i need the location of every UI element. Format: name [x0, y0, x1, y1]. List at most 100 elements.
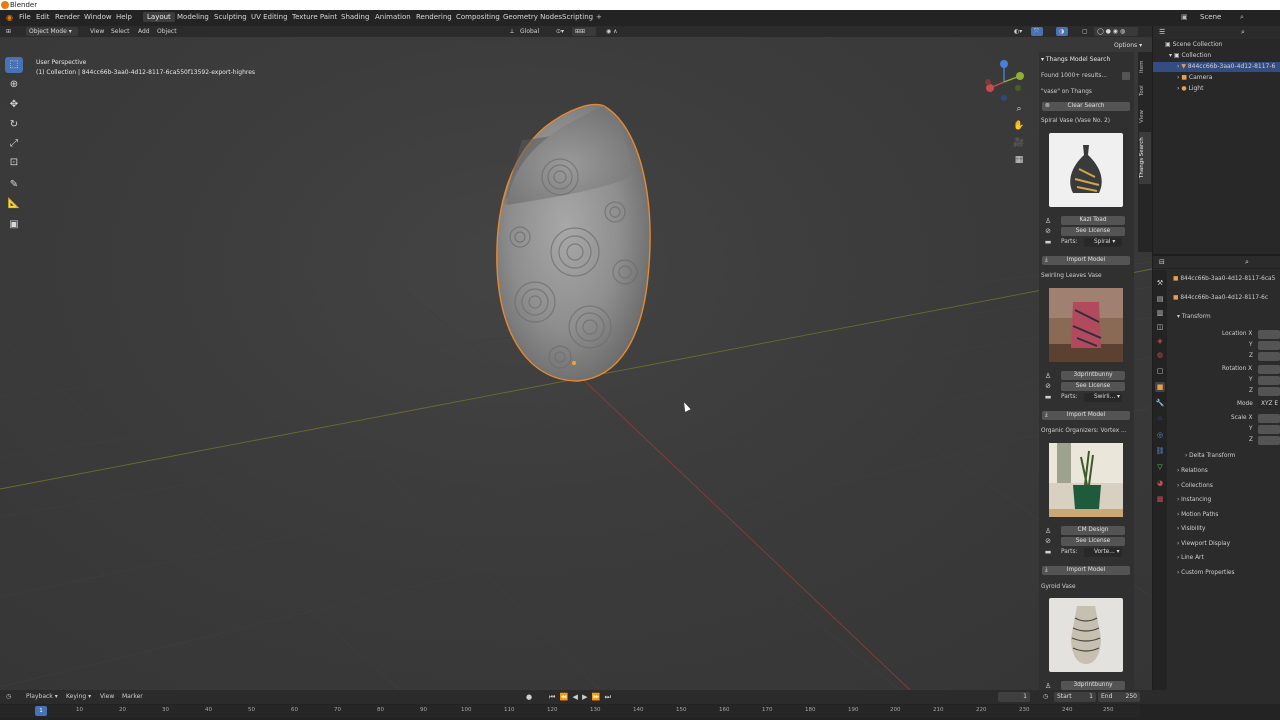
menu-window[interactable]: Window [84, 13, 112, 21]
editor-type-icon[interactable]: ☰ [1159, 28, 1165, 36]
start-frame-field[interactable]: Start 1 [1054, 692, 1096, 702]
import-model-button[interactable]: ⤓ Import Model [1042, 411, 1130, 420]
scale-z-field[interactable] [1258, 436, 1280, 445]
options-button[interactable]: Options ▾ [1114, 42, 1142, 49]
playback-menu[interactable]: Playback ▾ [26, 693, 58, 700]
xray-toggle[interactable]: ▢ [1082, 27, 1088, 36]
shading-modes[interactable]: ◯ ● ◉ ◍ [1094, 27, 1138, 36]
marker-menu[interactable]: Marker [122, 693, 143, 700]
author-button[interactable]: Kazi Toad [1061, 216, 1125, 225]
parts-dropdown[interactable]: Swirli... ▾ [1084, 393, 1122, 402]
search-icon[interactable]: ⌕ [1245, 258, 1249, 267]
import-model-button[interactable]: ⤓ Import Model [1042, 566, 1130, 575]
import-model-button[interactable]: ⤓ Import Model [1042, 256, 1130, 265]
tab-thangs-search[interactable]: Thangs Search [1139, 132, 1151, 184]
menu-file[interactable]: File [19, 13, 31, 21]
tab-texture-paint[interactable]: Texture Paint [292, 13, 337, 21]
author-button[interactable]: 3dprintbunny [1061, 681, 1125, 690]
outliner-row-light[interactable]: › ● Light [1153, 84, 1280, 94]
tab-item[interactable]: Item [1139, 56, 1151, 78]
menu-help[interactable]: Help [116, 13, 132, 21]
rotation-mode-dropdown[interactable]: XYZ E [1258, 400, 1280, 409]
data-tab-icon[interactable]: ▽ [1155, 462, 1165, 472]
location-z-field[interactable] [1258, 352, 1280, 361]
location-x-field[interactable] [1258, 330, 1280, 339]
author-button[interactable]: 3dprintbunny [1061, 371, 1125, 380]
constraints-tab-icon[interactable]: ⛓ [1155, 446, 1165, 456]
view-layer-tab-icon[interactable]: ◫ [1155, 322, 1165, 332]
motion-paths-panel[interactable]: › Motion Paths [1177, 512, 1218, 518]
tab-rendering[interactable]: Rendering [416, 13, 452, 21]
scale-x-field[interactable] [1258, 414, 1280, 423]
menu-object[interactable]: Object [157, 27, 177, 36]
vase-object[interactable] [496, 103, 651, 382]
menu-select[interactable]: Select [111, 27, 130, 36]
clear-search-button[interactable]: ⊗ Clear Search [1042, 102, 1130, 111]
tab-shading[interactable]: Shading [341, 13, 369, 21]
tab-sculpting[interactable]: Sculpting [214, 13, 247, 21]
playback-controls[interactable]: ⏮ ⏪ ◀ ▶ ⏩ ⏭ [549, 693, 612, 702]
outliner-row-scene-collection[interactable]: ▣ Scene Collection [1153, 40, 1280, 50]
object-name-field[interactable]: ■ 844cc66b-3aa0-4d12-8117-6ca5 [1173, 276, 1275, 282]
transform-panel-header[interactable]: ▾ Transform [1177, 314, 1211, 320]
relations-panel[interactable]: › Relations [1177, 468, 1208, 474]
move-tool-icon[interactable]: ✥ [5, 97, 23, 113]
record-icon[interactable]: ● [526, 693, 532, 701]
3d-viewport[interactable] [0, 37, 1152, 690]
outliner-row-collection[interactable]: ▾ ▣ Collection [1153, 51, 1280, 61]
zoom-icon[interactable]: ⌕ [1013, 103, 1025, 115]
tab-view[interactable]: View [1139, 104, 1151, 128]
rotation-y-field[interactable] [1258, 376, 1280, 385]
parts-dropdown[interactable]: Vorte... ▾ [1084, 548, 1122, 557]
preview-range-icon[interactable]: ◷ [1043, 693, 1048, 700]
tab-uv-editing[interactable]: UV Editing [251, 13, 288, 21]
add-workspace-button[interactable]: + [596, 13, 602, 21]
blender-menu-icon[interactable]: ◉ [6, 13, 13, 22]
tool-tab-icon[interactable]: ⚒ [1155, 278, 1165, 288]
menu-edit[interactable]: Edit [36, 13, 50, 21]
measure-tool-icon[interactable]: 📐 [5, 196, 23, 212]
proportional-edit-icon[interactable]: ◉ ∧ [606, 27, 618, 36]
particles-tab-icon[interactable]: ⁘ [1155, 414, 1165, 424]
visibility-panel[interactable]: › Visibility [1177, 526, 1205, 532]
parts-dropdown[interactable]: Spiral ▾ [1084, 238, 1122, 247]
custom-properties-panel[interactable]: › Custom Properties [1177, 570, 1235, 576]
annotate-tool-icon[interactable]: ✎ [5, 177, 23, 193]
overlay-toggle[interactable]: ◑ [1056, 27, 1068, 36]
end-frame-field[interactable]: End 250 [1098, 692, 1140, 702]
select-tool-icon[interactable]: ⬚ [5, 57, 23, 73]
see-license-button[interactable]: See License [1061, 537, 1125, 546]
gizmo-toggle[interactable]: ⤧ [1031, 27, 1043, 36]
result-thumbnail[interactable] [1049, 443, 1123, 517]
see-license-button[interactable]: See License [1061, 227, 1125, 236]
menu-add[interactable]: Add [138, 27, 150, 36]
instancing-panel[interactable]: › Instancing [1177, 497, 1211, 503]
tab-tool[interactable]: Tool [1139, 80, 1151, 102]
timeline-view-menu[interactable]: View [100, 693, 114, 700]
refresh-icon[interactable] [1122, 72, 1130, 80]
object-tab-icon[interactable]: ■ [1155, 382, 1165, 392]
transform-tool-icon[interactable]: ⊡ [5, 155, 23, 171]
cursor-tool-icon[interactable]: ⊕ [5, 77, 23, 93]
rotation-z-field[interactable] [1258, 387, 1280, 396]
mode-selector[interactable]: Object Mode ▾ [26, 27, 78, 36]
current-frame-indicator[interactable]: 1 [35, 706, 47, 716]
object-data-field[interactable]: ■ 844cc66b-3aa0-4d12-8117-6c [1173, 295, 1268, 301]
tab-compositing[interactable]: Compositing [456, 13, 500, 21]
scene-tab-icon[interactable]: ◈ [1155, 336, 1165, 346]
output-tab-icon[interactable]: ▥ [1155, 308, 1165, 318]
world-tab-icon[interactable]: ◍ [1155, 350, 1165, 360]
line-art-panel[interactable]: › Line Art [1177, 555, 1204, 561]
frame-ruler[interactable]: 1 10 20 30 40 50 60 70 80 90 100 110 120… [0, 705, 1140, 717]
modifier-tab-icon[interactable]: 🔧 [1155, 398, 1165, 408]
result-thumbnail[interactable] [1049, 288, 1123, 362]
tab-layout[interactable]: Layout [143, 12, 175, 22]
camera-view-icon[interactable]: 🎥 [1013, 137, 1025, 149]
material-tab-icon[interactable]: ◕ [1155, 478, 1165, 488]
orientation-selector[interactable]: Global [520, 27, 539, 36]
see-license-button[interactable]: See License [1061, 382, 1125, 391]
tab-modeling[interactable]: Modeling [177, 13, 209, 21]
scale-y-field[interactable] [1258, 425, 1280, 434]
collection-tab-icon[interactable]: ▢ [1155, 366, 1165, 376]
editor-type-icon[interactable]: ⊟ [1159, 258, 1165, 266]
